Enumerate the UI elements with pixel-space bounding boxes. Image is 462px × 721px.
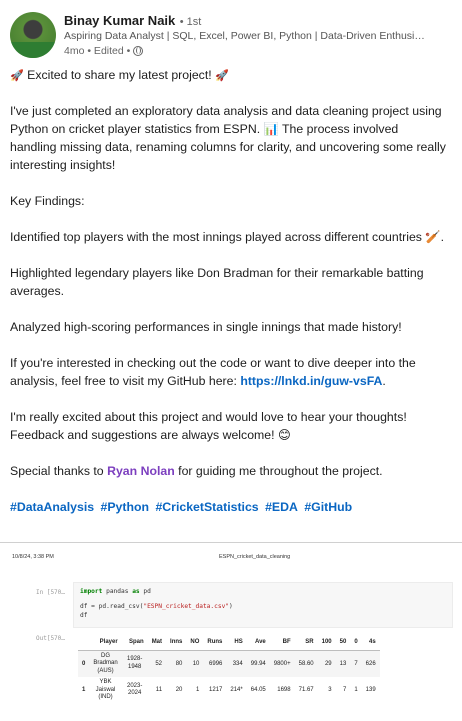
column-header: Player — [89, 634, 122, 651]
table-cell: 139 — [365, 687, 376, 694]
table-header-row: Player Span Mat Inns NO Runs HS Ave BF S… — [78, 634, 380, 651]
table-cell: 71.67 — [298, 687, 314, 694]
hashtag-link[interactable]: #DataAnalysis — [10, 500, 94, 514]
table-cell: 334 — [226, 650, 247, 677]
table-cell: YBK Jaiswal (IND) — [95, 679, 116, 700]
table-cell: 1 — [82, 687, 86, 694]
thanks-prefix: Special thanks to — [10, 464, 104, 478]
table-cell: 29 — [317, 650, 336, 677]
notebook-title: ESPN_cricket_data_cleaning — [219, 554, 291, 560]
table-cell: 20 — [175, 687, 183, 694]
post-meta: 4mo • Edited • — [64, 45, 144, 57]
table-row: 0 DG Bradman (AUS) 1928-1948 52 80 10 69… — [78, 650, 380, 677]
table-cell: 1 — [196, 687, 200, 694]
table-cell: 9800+ — [269, 650, 295, 677]
hashtag-link[interactable]: #GitHub — [304, 500, 352, 514]
thanks-suffix: for guiding me throughout the project. — [178, 464, 383, 478]
key-findings-label: Key Findings: — [10, 194, 85, 208]
author-line: Binay Kumar Naik • 1st — [64, 12, 201, 30]
column-header: Ave — [246, 634, 270, 651]
rocket-icon: 🚀 — [215, 70, 229, 82]
table-cell: 626 — [361, 650, 380, 677]
table-cell: 1 — [354, 687, 358, 694]
column-header: 50 — [335, 634, 351, 651]
code-line: df — [80, 612, 88, 619]
column-header: Span — [121, 634, 148, 651]
column-header: BF — [269, 634, 295, 651]
mention-link[interactable]: Ryan Nolan — [107, 464, 175, 478]
thanks-paragraph: Special thanks to Ryan Nolan for guiding… — [10, 462, 448, 480]
table-cell: 13 — [335, 650, 351, 677]
column-header — [78, 634, 90, 651]
table-cell: 1698 — [277, 687, 291, 694]
table-cell: 3 — [328, 687, 332, 694]
column-header: 4s — [361, 634, 380, 651]
table-cell: 1928-1948 — [121, 650, 148, 677]
table-cell: 0 — [78, 650, 90, 677]
divider — [0, 542, 462, 543]
hashtag-link[interactable]: #CricketStatistics — [155, 500, 258, 514]
post-body: 🚀 Excited to share my latest project! 🚀 … — [10, 66, 448, 516]
notebook-date: 10/8/24, 3:38 PM — [12, 554, 54, 560]
post-paragraph: I've just completed an exploratory data … — [10, 104, 446, 172]
table-cell: 2023-2024 — [127, 682, 143, 697]
output-prompt: Out[570… — [36, 635, 65, 642]
table-cell: 7 — [350, 650, 362, 677]
github-link[interactable]: https://lnkd.in/guw-vsFA — [240, 374, 382, 388]
finding-item: Identified top players with the most inn… — [10, 230, 445, 244]
code-line: import pandas as pd — [80, 588, 151, 595]
column-header: 100 — [317, 634, 336, 651]
dataframe-table: Player Span Mat Inns NO Runs HS Ave BF S… — [78, 634, 380, 704]
author-name[interactable]: Binay Kumar Naik — [64, 13, 175, 28]
table-cell: 52 — [147, 650, 167, 677]
table-cell: DG Bradman (AUS) — [89, 650, 122, 677]
column-header: NO — [186, 634, 204, 651]
column-header: SR — [294, 634, 318, 651]
github-period: . — [382, 374, 386, 388]
table-cell: 58.60 — [294, 650, 318, 677]
column-header: Inns — [166, 634, 187, 651]
table-cell: 1217 — [209, 687, 223, 694]
post-time: 4mo • Edited • — [64, 45, 131, 57]
hashtag-link[interactable]: #EDA — [265, 500, 298, 514]
table-cell: 214* — [230, 687, 243, 694]
table-cell: 6996 — [203, 650, 227, 677]
table-cell: 10 — [186, 650, 204, 677]
connection-degree: • 1st — [179, 16, 202, 28]
hashtag-link[interactable]: #Python — [101, 500, 150, 514]
post-header: Binay Kumar Naik • 1st Aspiring Data Ana… — [10, 10, 450, 62]
table-cell: 80 — [166, 650, 187, 677]
table-row: 1 YBK Jaiswal (IND) 2023-2024 11 20 1 12… — [78, 677, 380, 704]
table-cell: 7 — [342, 687, 347, 694]
column-header: Runs — [203, 634, 227, 651]
finding-item: Highlighted legendary players like Don B… — [10, 266, 424, 298]
column-header: Mat — [147, 634, 167, 651]
table-cell: 11 — [155, 687, 163, 694]
github-paragraph: If you're interested in checking out the… — [10, 354, 448, 390]
author-headline: Aspiring Data Analyst | SQL, Excel, Powe… — [64, 30, 425, 42]
hashtag-list: #DataAnalysis #Python #CricketStatistics… — [10, 498, 448, 516]
table-cell: 99.94 — [246, 650, 270, 677]
notebook-image[interactable]: 10/8/24, 3:38 PM ESPN_cricket_data_clean… — [0, 546, 455, 721]
table-cell: 64.05 — [250, 687, 266, 694]
thoughts-paragraph: I'm really excited about this project an… — [10, 410, 407, 442]
code-line: df = pd.read_csv("ESPN_cricket_data.csv"… — [80, 603, 233, 610]
finding-item: Analyzed high-scoring performances in si… — [10, 320, 402, 334]
code-cell: import pandas as pd df = pd.read_csv("ES… — [73, 582, 453, 628]
intro-text: Excited to share my latest project! — [27, 68, 212, 82]
post-intro: 🚀 Excited to share my latest project! 🚀 — [10, 66, 448, 84]
globe-icon — [133, 46, 144, 56]
column-header: 0 — [350, 634, 362, 651]
input-prompt: In [570… — [36, 589, 65, 596]
open-to-work-ring — [10, 42, 56, 58]
column-header: HS — [226, 634, 247, 651]
rocket-icon: 🚀 — [10, 70, 24, 82]
avatar[interactable] — [10, 12, 56, 58]
